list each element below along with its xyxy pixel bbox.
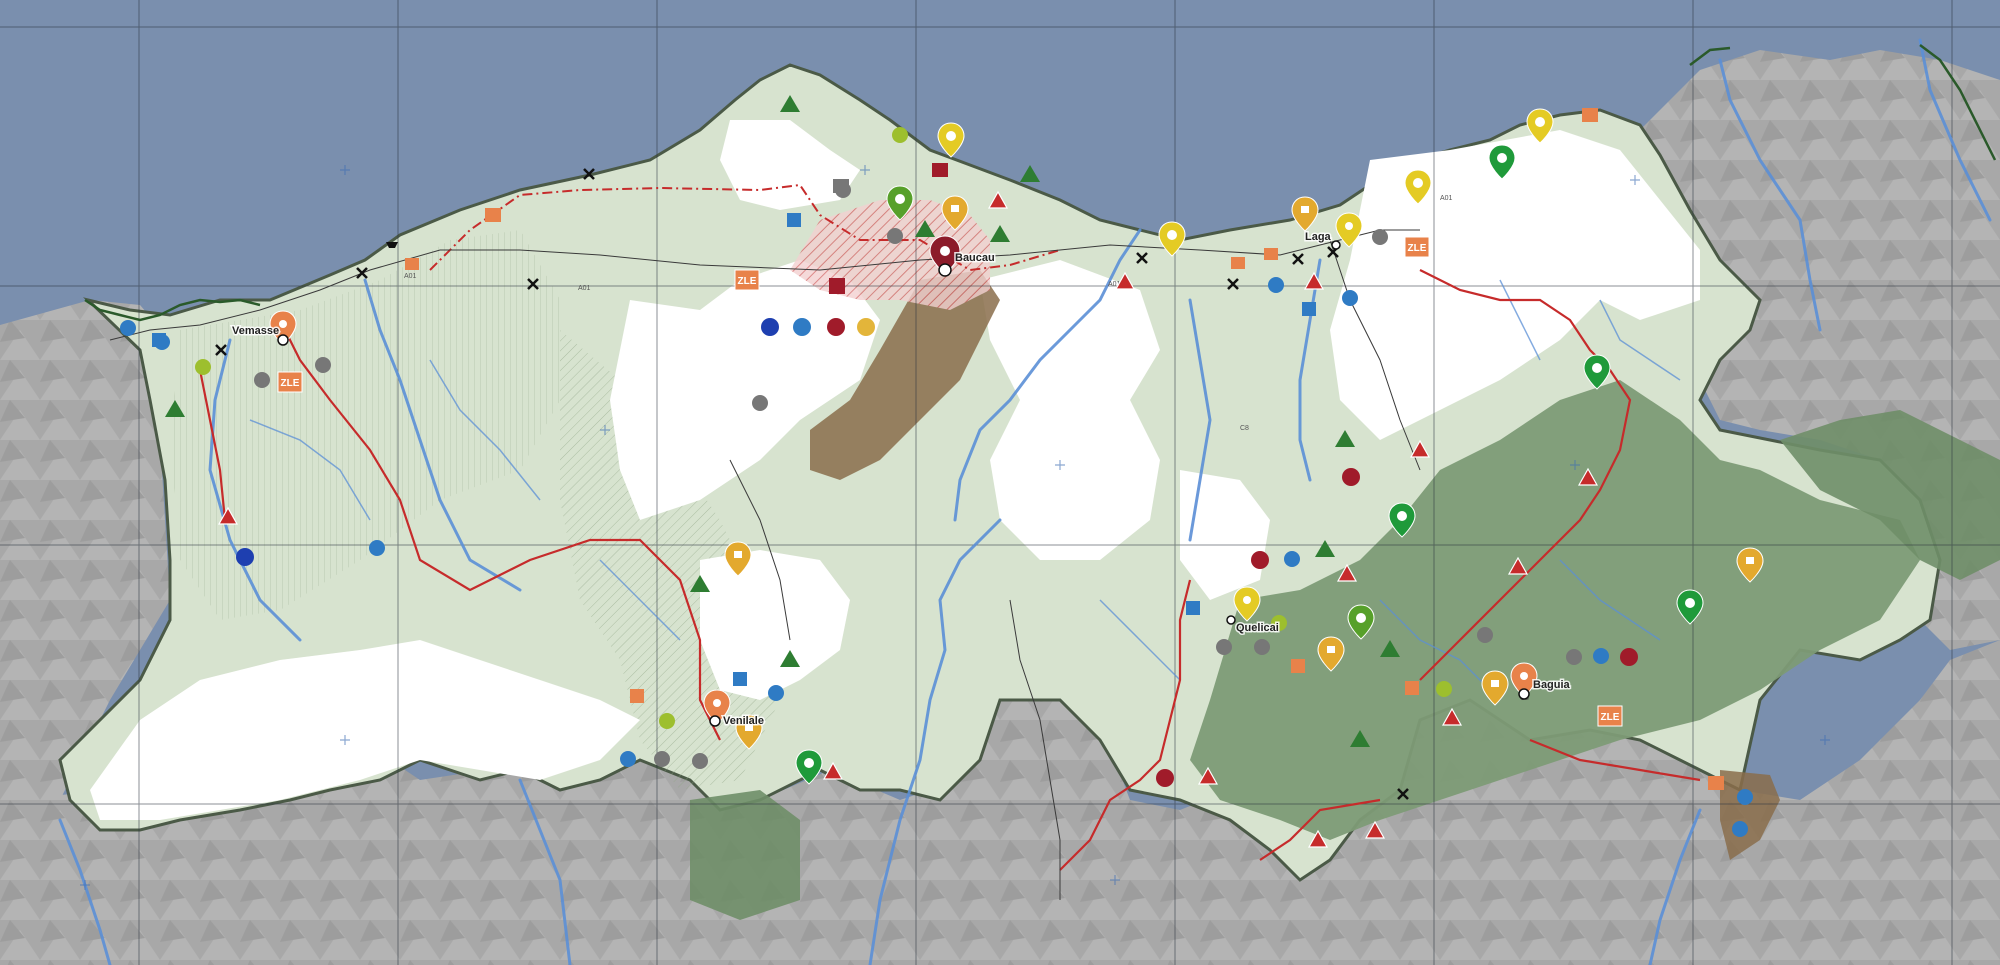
water-drop-icon	[733, 672, 747, 686]
bed-icon	[1582, 108, 1598, 122]
svg-text:ZLE: ZLE	[281, 378, 300, 389]
leaf-icon	[1436, 681, 1452, 697]
town-label: Laga	[1305, 231, 1332, 243]
hospital-cross-icon	[827, 318, 845, 336]
leaf-icon	[195, 359, 211, 375]
water-drop-icon	[620, 751, 636, 767]
bus-icon	[1216, 639, 1232, 655]
bus-icon	[1566, 649, 1582, 665]
water-drop-icon	[787, 213, 801, 227]
hospital-cross-icon	[1620, 648, 1638, 666]
port-icon	[768, 685, 784, 701]
hospital-cross-icon	[1156, 769, 1174, 787]
svg-text:ZLE: ZLE	[1601, 712, 1620, 723]
town-label: Vemasse	[232, 325, 279, 337]
leaf-icon	[659, 713, 675, 729]
bed-icon	[1291, 659, 1305, 673]
water-drop-icon	[1186, 601, 1200, 615]
bed-icon	[1405, 681, 1419, 695]
bed-icon	[932, 163, 948, 177]
road-label: A01	[404, 273, 417, 280]
bed-icon	[1708, 776, 1724, 790]
water-drop-icon	[1593, 648, 1609, 664]
map-viewport[interactable]: A01 A01 A01 A01 C8 C8	[0, 0, 2000, 965]
zle-badge: ZLE	[734, 269, 760, 291]
bed-icon	[1264, 248, 1278, 260]
road-label: A01	[578, 285, 591, 292]
camera-icon	[857, 318, 875, 336]
bus-icon	[692, 753, 708, 769]
town-label: Venilale	[723, 715, 764, 727]
water-drop-icon	[1284, 551, 1300, 567]
bed-icon	[630, 689, 644, 703]
water-drop-icon	[1342, 290, 1358, 306]
water-drop-icon	[761, 318, 779, 336]
bed-icon	[485, 208, 501, 222]
road-label: C8	[1240, 425, 1249, 432]
zle-badge: ZLE	[1597, 705, 1623, 727]
bed-icon	[1231, 257, 1245, 269]
recycle-icon	[833, 179, 849, 193]
town-label: Quelicai	[1236, 622, 1279, 634]
recycle-icon	[1254, 639, 1270, 655]
road-label: A01	[1440, 195, 1453, 202]
svg-text:ZLE: ZLE	[1408, 243, 1427, 254]
topographic-map[interactable]: A01 A01 A01 A01 C8 C8	[0, 0, 2000, 965]
town-label: Baguia	[1533, 679, 1571, 691]
water-drop-icon	[236, 548, 254, 566]
bed-icon	[405, 258, 419, 270]
town-label: Baucau	[955, 252, 995, 264]
recycle-icon	[254, 372, 270, 388]
bus-icon	[887, 228, 903, 244]
port-icon	[1737, 789, 1753, 805]
water-drop-icon	[1732, 821, 1748, 837]
bus-icon	[1372, 229, 1388, 245]
hospital-cross-icon	[1251, 551, 1269, 569]
port-icon	[1268, 277, 1284, 293]
hospital-cross-icon	[829, 278, 845, 294]
port-icon	[369, 540, 385, 556]
bus-icon	[315, 357, 331, 373]
port-square-icon	[152, 333, 166, 347]
bus-icon	[1477, 627, 1493, 643]
recycle-icon	[654, 751, 670, 767]
svg-text:ZLE: ZLE	[738, 276, 757, 287]
water-drop-icon	[1302, 302, 1316, 316]
zle-badge: ZLE	[277, 371, 303, 393]
hospital-cross-icon	[1342, 468, 1360, 486]
forest-zone	[690, 790, 800, 920]
zle-badge: ZLE	[1404, 236, 1430, 258]
leaf-icon	[892, 127, 908, 143]
person-icon	[752, 395, 768, 411]
port-icon	[120, 320, 136, 336]
port-icon	[793, 318, 811, 336]
